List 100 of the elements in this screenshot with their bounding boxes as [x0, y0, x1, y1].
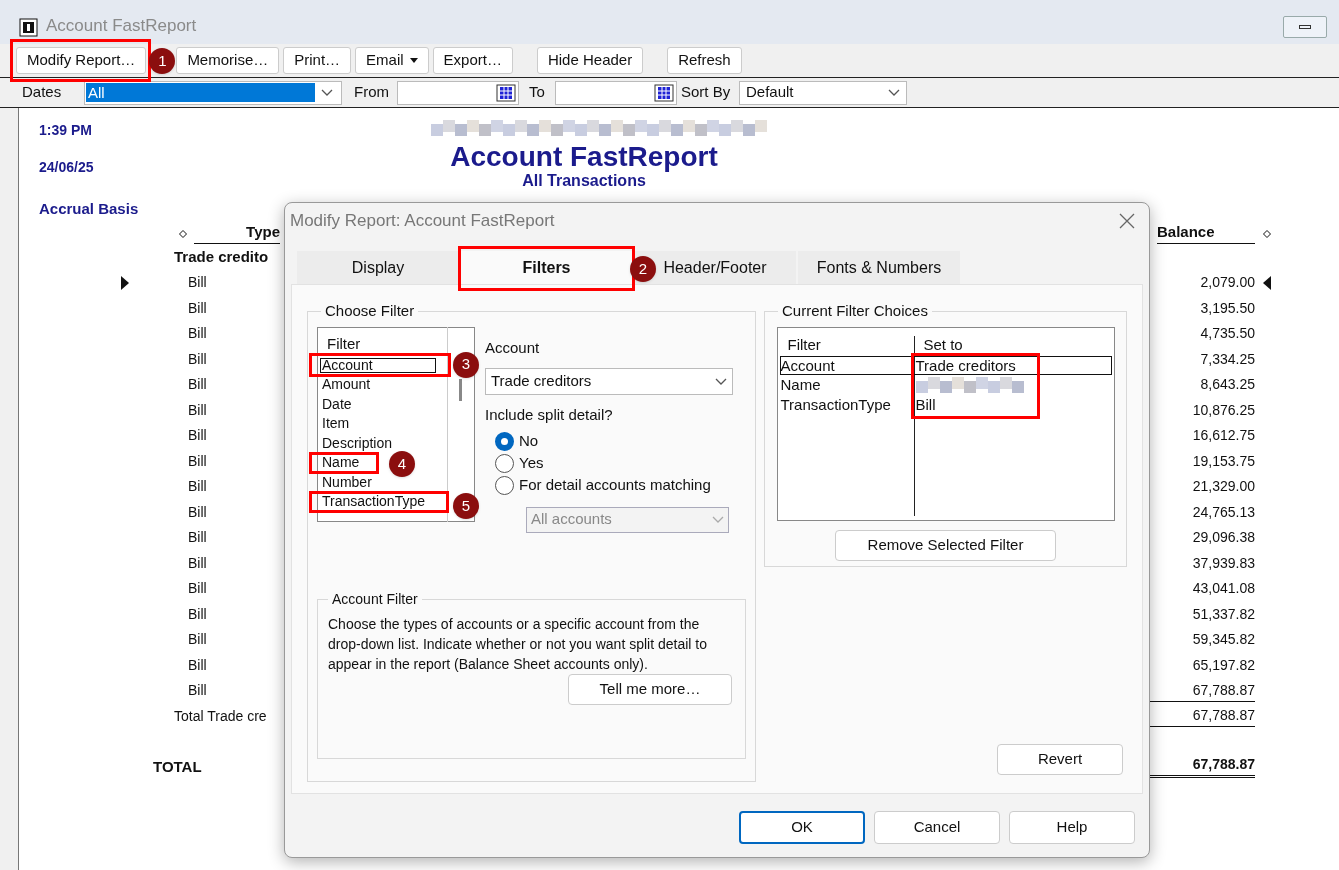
- column-header: Type: [194, 220, 280, 244]
- help-text: Choose the types of accounts or a specific account from the drop-down list. Indicate whether or not you want split detail to appear in the report (Balance Sheet accounts only).: [328, 614, 708, 674]
- list-header: Set to: [922, 334, 963, 354]
- dialog-tab[interactable]: Display: [297, 251, 459, 284]
- report-time: 1:39 PM: [39, 121, 93, 140]
- table-cell-text: 7,334.25: [1199, 349, 1255, 369]
- window-title: Account FastReport: [46, 14, 197, 37]
- table-cell-text: 43,041.08: [1191, 579, 1255, 599]
- table-cell-text: 4,735.50: [1199, 324, 1255, 344]
- table-cell-text: 3,195.50: [1199, 298, 1255, 318]
- table-cell-text: Bill: [188, 298, 207, 318]
- caret-icon: [409, 58, 418, 63]
- toolbar-button[interactable]: Export…: [432, 47, 513, 74]
- filter-choice-row[interactable]: Account Trade creditors: [779, 355, 1112, 375]
- sort-by-label: Sort By: [681, 82, 732, 103]
- list-header: Filter: [786, 334, 822, 354]
- filter-list-item[interactable]: Account: [320, 357, 436, 373]
- table-cell-text: 29,096.38: [1191, 528, 1255, 548]
- radio-label: Yes: [519, 453, 544, 474]
- table-cell-text: 59,345.82: [1191, 630, 1255, 650]
- filter-list-item[interactable]: Amount: [320, 377, 372, 392]
- account-dropdown[interactable]: Trade creditors: [485, 368, 733, 395]
- table-cell-text: TransactionType: [780, 395, 892, 413]
- to-label: To: [529, 82, 546, 103]
- table-cell-text: Bill: [188, 375, 207, 395]
- table-cell-text: 21,329.00: [1191, 477, 1255, 497]
- scrollbar-thumb[interactable]: [459, 378, 462, 401]
- dates-dropdown[interactable]: All: [84, 80, 342, 105]
- table-cell-text: 37,939.83: [1191, 553, 1255, 573]
- filter-list-item[interactable]: TransactionType: [320, 494, 426, 509]
- column-header: Balance: [1157, 220, 1255, 244]
- table-cell-text: Bill: [188, 324, 207, 344]
- group-title: Choose Filter: [324, 301, 416, 321]
- calendar-icon[interactable]: [496, 83, 516, 102]
- toolbar-button[interactable]: Print…: [283, 47, 352, 74]
- toolbar-button[interactable]: Modify Report…: [16, 47, 147, 74]
- sort-by-dropdown[interactable]: Default: [739, 80, 907, 105]
- radio-label: No: [519, 431, 539, 452]
- table-cell-text: 19,153.75: [1191, 451, 1255, 471]
- group-title: Current Filter Choices: [781, 301, 929, 321]
- table-cell-text: Name: [780, 376, 822, 394]
- dialog-button[interactable]: Help: [1009, 811, 1135, 844]
- toolbar-button[interactable]: Email: [355, 47, 429, 74]
- report-basis: Accrual Basis: [39, 199, 140, 219]
- toolbar-button[interactable]: Memorise…: [176, 47, 280, 74]
- table-cell-text: Bill: [188, 630, 207, 650]
- column-handle-icon[interactable]: [179, 230, 187, 238]
- radio-button[interactable]: [495, 454, 514, 473]
- table-cell-text: Bill: [188, 451, 207, 471]
- from-date-field[interactable]: [397, 80, 519, 105]
- filter-list-item[interactable]: Number: [320, 474, 373, 490]
- table-cell-text: 65,197.82: [1191, 655, 1255, 675]
- filter-list-item[interactable]: Description: [320, 435, 394, 451]
- filter-list-item[interactable]: Name: [320, 455, 361, 470]
- revert-button[interactable]: Revert: [997, 744, 1123, 775]
- to-date-field[interactable]: [555, 80, 677, 105]
- table-cell-text: 10,876.25: [1191, 400, 1255, 420]
- dialog-tab[interactable]: Fonts & Numbers: [798, 251, 960, 284]
- minimize-button[interactable]: [1283, 16, 1327, 38]
- callout-badge: 1: [149, 48, 176, 74]
- dialog-button[interactable]: OK: [739, 811, 865, 844]
- filter-choice-row[interactable]: Name: [779, 375, 1112, 395]
- radio-button[interactable]: [495, 476, 514, 495]
- dialog-tab[interactable]: Filters: [461, 251, 632, 284]
- current-filter-list[interactable]: Filter Set to Account Trade creditors Name TransactionType Bill: [776, 326, 1115, 521]
- group-title: Account Filter: [331, 589, 419, 609]
- table-cell-text: 24,765.13: [1191, 502, 1255, 522]
- chevron-down-icon: [712, 515, 724, 524]
- chevron-down-icon: [321, 88, 333, 97]
- dialog-button[interactable]: Cancel: [874, 811, 1000, 844]
- table-cell-text: TOTAL: [153, 756, 202, 777]
- list-header: Filter: [326, 333, 361, 354]
- field-label: Account: [485, 337, 541, 358]
- dialog-title: Modify Report: Account FastReport: [290, 210, 555, 233]
- report-subtitle: All Transactions: [522, 172, 646, 190]
- from-label: From: [354, 82, 390, 103]
- filter-choice-row[interactable]: TransactionType Bill: [779, 394, 1112, 414]
- table-cell-text: Bill: [188, 579, 207, 599]
- toolbar-button[interactable]: Refresh: [667, 47, 742, 74]
- table-cell-text: Bill: [188, 681, 207, 701]
- close-icon[interactable]: [1119, 213, 1135, 229]
- table-cell-text: Bill: [188, 528, 207, 548]
- field-label: Include split detail?: [485, 405, 614, 425]
- table-cell-text: 51,337.82: [1191, 604, 1255, 624]
- table-cell-text: Bill: [188, 426, 207, 446]
- table-cell-text: Bill: [188, 655, 207, 675]
- calendar-icon[interactable]: [654, 83, 674, 102]
- table-cell-text: Account: [780, 356, 836, 374]
- filter-list-item[interactable]: Item: [320, 416, 351, 431]
- table-cell-text: 16,612.75: [1191, 426, 1255, 446]
- radio-button[interactable]: [495, 432, 514, 451]
- report-icon: [18, 16, 40, 38]
- filter-list-item[interactable]: Date: [320, 396, 353, 412]
- column-handle-icon[interactable]: [1263, 230, 1271, 238]
- remove-filter-button[interactable]: Remove Selected Filter: [835, 529, 1056, 561]
- toolbar-button[interactable]: Hide Header: [536, 47, 644, 74]
- dates-label: Dates: [22, 82, 63, 103]
- radio-label: For detail accounts matching: [519, 475, 711, 496]
- table-cell-text: Bill: [188, 400, 207, 420]
- tell-me-more-button[interactable]: Tell me more…: [568, 673, 732, 705]
